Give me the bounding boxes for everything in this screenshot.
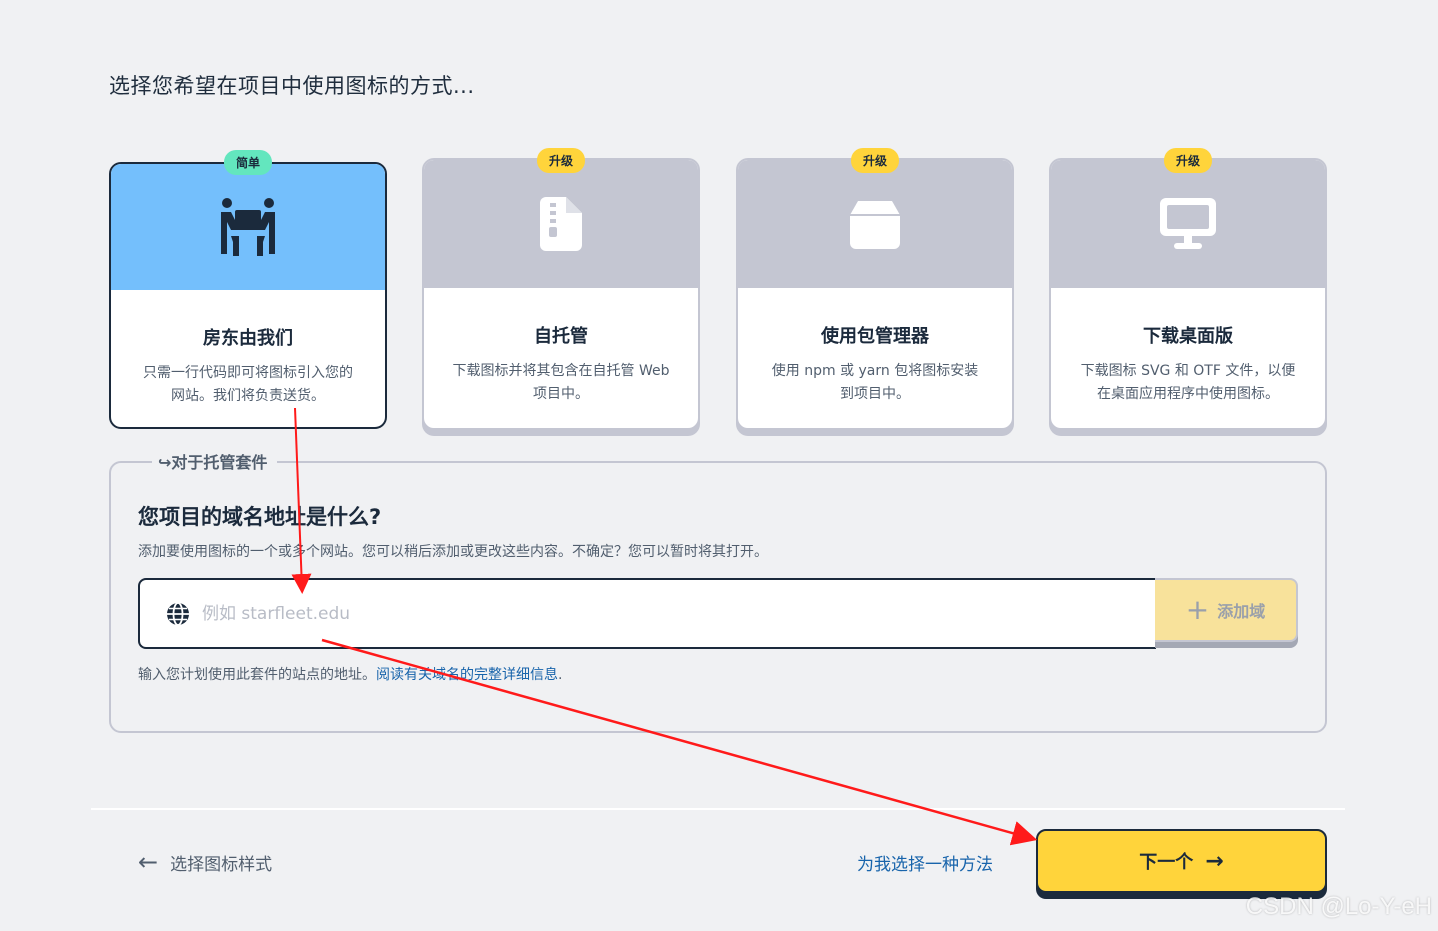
add-domain-label: 添加域 bbox=[1217, 602, 1266, 621]
card-badge: 升级 bbox=[536, 148, 586, 173]
next-label: 下一个 bbox=[1139, 852, 1194, 873]
card-description: 下载图标 SVG 和 OTF 文件，以便在桌面应用程序中使用图标。 bbox=[1080, 363, 1296, 402]
card-illustration bbox=[111, 164, 385, 290]
domain-input[interactable] bbox=[202, 603, 1102, 624]
arrow-right-icon: → bbox=[1205, 848, 1224, 874]
card-title: 下载桌面版 bbox=[1143, 326, 1233, 347]
add-domain-button[interactable]: + 添加域 bbox=[1155, 578, 1298, 642]
domain-question: 您项目的域名地址是什么? bbox=[138, 505, 382, 529]
page-heading: 选择您希望在项目中使用图标的方式... bbox=[109, 74, 475, 98]
card-package-manager[interactable]: 升级 使用包管理器 使用 npm 或 yarn 包将图标安装到项目中。 bbox=[736, 148, 1014, 430]
domain-hint-end: . bbox=[558, 667, 563, 683]
card-description: 下载图标并将其包含在自托管 Web 项目中。 bbox=[452, 363, 670, 402]
domain-input-wrapper bbox=[138, 578, 1156, 649]
card-title: 自托管 bbox=[534, 326, 588, 347]
card-badge: 简单 bbox=[223, 150, 273, 175]
desktop-icon bbox=[1160, 198, 1216, 249]
card-badge: 升级 bbox=[1163, 148, 1213, 173]
domain-details-link[interactable]: 阅读有关域名的完整详细信息 bbox=[376, 667, 558, 683]
domain-description: 添加要使用图标的一个或多个网站。您可以稍后添加或更改这些内容。不确定？您可以暂时… bbox=[138, 544, 768, 560]
section-legend-label: 对于托管套件 bbox=[171, 453, 268, 472]
card-hosted-by-us[interactable]: 简单 房东由我们 只需一行代码即可将图标引入您的网站。我们将负责送货。 bbox=[109, 150, 387, 429]
card-title: 房东由我们 bbox=[203, 328, 293, 349]
card-self-host[interactable]: 升级 自托管 下载图标并将其包含在自托管 Web 项目中。 bbox=[422, 148, 700, 430]
back-label: 选择图标样式 bbox=[170, 854, 273, 875]
card-description: 使用 npm 或 yarn 包将图标安装到项目中。 bbox=[771, 363, 979, 402]
reply-arrow-icon: ↪ bbox=[158, 453, 172, 472]
globe-icon bbox=[167, 601, 189, 626]
plus-icon: + bbox=[1185, 593, 1210, 626]
card-illustration bbox=[424, 160, 698, 288]
next-button[interactable]: 下一个 → bbox=[1036, 829, 1327, 893]
choose-for-me-link[interactable]: 为我选择一种方法 bbox=[857, 850, 993, 875]
section-legend: ↪对于托管套件 bbox=[152, 449, 278, 473]
back-to-icon-style-button[interactable]: ← 选择图标样式 bbox=[138, 848, 272, 876]
domain-hint: 输入您计划使用此套件的站点的地址。阅读有关域名的完整详细信息. bbox=[138, 664, 562, 684]
watermark: CSDN @Lo-Y-eH bbox=[1245, 893, 1432, 920]
card-illustration bbox=[1051, 160, 1325, 288]
card-illustration bbox=[738, 160, 1012, 288]
footer-divider bbox=[91, 808, 1345, 810]
domain-hint-text: 输入您计划使用此套件的站点的地址。 bbox=[138, 667, 376, 683]
card-badge: 升级 bbox=[850, 148, 900, 173]
card-title: 使用包管理器 bbox=[821, 326, 929, 347]
card-desktop[interactable]: 升级 下载桌面版 下载图标 SVG 和 OTF 文件，以便在桌面应用程序中使用图… bbox=[1049, 148, 1327, 430]
file-zipper-icon bbox=[540, 197, 582, 251]
arrow-left-icon: ← bbox=[138, 848, 159, 876]
people-carry-box-icon bbox=[221, 198, 275, 256]
box-icon bbox=[850, 201, 900, 249]
card-description: 只需一行代码即可将图标引入您的网站。我们将负责送货。 bbox=[143, 365, 353, 404]
